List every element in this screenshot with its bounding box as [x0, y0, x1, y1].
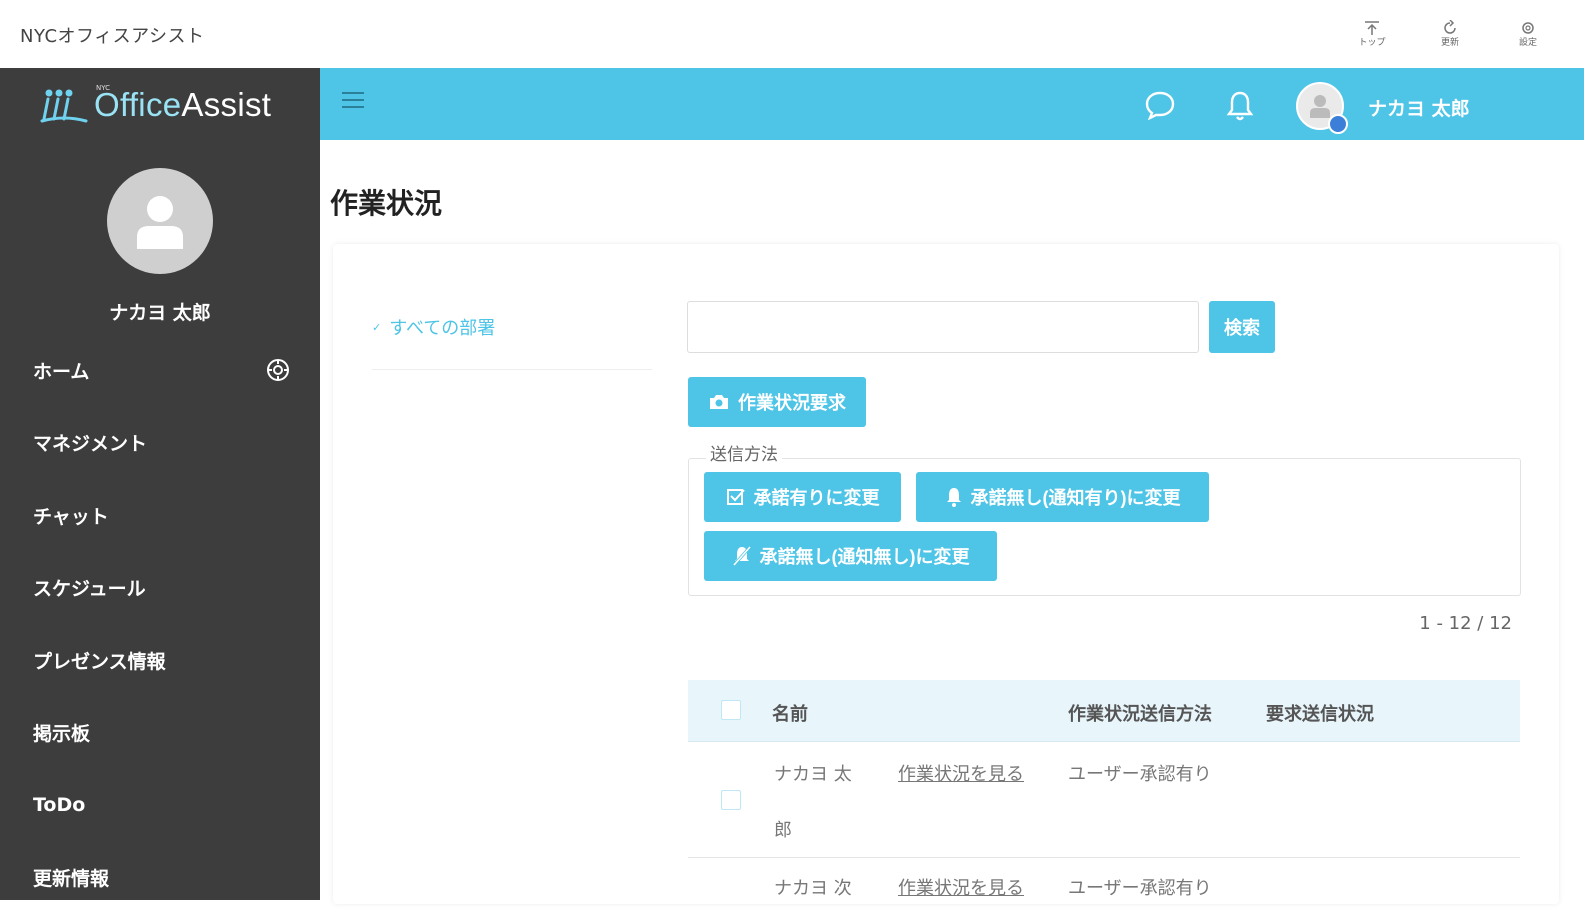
top-button-label: トップ	[1358, 38, 1385, 49]
row-name-continued: 郎	[774, 816, 792, 842]
refresh-button[interactable]: 更新	[1430, 14, 1470, 54]
refresh-button-label: 更新	[1441, 38, 1459, 49]
row-send-method: ユーザー承認有り	[1068, 760, 1212, 786]
sidebar-item-label: マネジメント	[33, 429, 147, 456]
sidebar-item-management[interactable]: マネジメント	[0, 407, 320, 480]
department-label: すべての部署	[389, 314, 495, 340]
pagination-count: 1 - 12 / 12	[1419, 613, 1512, 634]
column-header-status[interactable]: 要求送信状況	[1266, 700, 1374, 726]
send-method-legend: 送信方法	[706, 440, 782, 465]
table-row: ナカヨ 太 郎 作業状況を見る ユーザー承認有り	[688, 742, 1520, 857]
logo-mark-icon	[40, 85, 88, 125]
logo-small-text: NYC	[96, 84, 110, 92]
header-user-name[interactable]: ナカヨ 太郎	[1368, 94, 1470, 121]
bell-icon	[945, 487, 963, 507]
sidebar-item-schedule[interactable]: スケジュール	[0, 552, 320, 625]
sidebar-item-label: 更新情報	[33, 864, 109, 891]
row-name: ナカヨ 次	[774, 874, 852, 900]
logo-text-assist: Assist	[181, 86, 271, 123]
top-header: ナカヨ 太郎	[320, 68, 1584, 140]
checkbox-checked-icon	[726, 487, 746, 507]
sidebar-item-updates[interactable]: 更新情報	[0, 842, 320, 914]
settings-button[interactable]: 設定	[1508, 14, 1548, 54]
sidebar-item-presence[interactable]: プレゼンス情報	[0, 624, 320, 697]
officeassist-logo[interactable]: NYC OfficeAssist	[40, 80, 271, 130]
search-input[interactable]	[687, 301, 1199, 353]
request-status-label: 作業状況要求	[738, 389, 846, 415]
sidebar-nav: ホーム マネジメント チャット スケジュール プレゼンス情報 掲示板 ToDo …	[0, 334, 320, 914]
sidebar-avatar[interactable]	[107, 168, 213, 274]
sidebar-item-home[interactable]: ホーム	[0, 334, 320, 407]
scroll-top-icon	[1363, 20, 1381, 36]
column-header-name[interactable]: 名前	[772, 700, 808, 726]
page-title: 作業状況	[330, 182, 442, 222]
settings-button-label: 設定	[1519, 38, 1537, 49]
sidebar-item-label: ホーム	[33, 357, 89, 384]
user-avatar-icon	[135, 193, 185, 249]
sidebar-item-todo[interactable]: ToDo	[0, 769, 320, 842]
select-all-checkbox[interactable]	[721, 700, 741, 720]
sidebar-item-label: 掲示板	[33, 719, 90, 746]
row-checkbox[interactable]	[721, 790, 741, 810]
gear-icon[interactable]	[266, 358, 290, 382]
top-button[interactable]: トップ	[1352, 14, 1392, 54]
set-no-approval-notify-label: 承諾無し(通知有り)に変更	[971, 484, 1181, 510]
request-status-button[interactable]: 作業状況要求	[688, 377, 866, 427]
sidebar-item-bulletin-board[interactable]: 掲示板	[0, 697, 320, 770]
presence-status-badge	[1328, 114, 1348, 134]
app-title: NYCオフィスアシスト	[20, 22, 204, 48]
set-no-approval-notify-button[interactable]: 承諾無し(通知有り)に変更	[916, 472, 1209, 522]
sidebar-user-name: ナカヨ 太郎	[0, 298, 320, 325]
sidebar-item-label: スケジュール	[33, 574, 146, 601]
table-row: ナカヨ 次 作業状況を見る ユーザー承認有り	[688, 858, 1520, 900]
set-no-approval-silent-button[interactable]: 承諾無し(通知無し)に変更	[704, 531, 997, 581]
sidebar: NYC OfficeAssist ナカヨ 太郎 ホーム マネジメント チャット …	[0, 68, 320, 900]
view-status-link[interactable]: 作業状況を見る	[898, 760, 1024, 786]
sidebar-item-label: チャット	[33, 502, 109, 529]
set-approval-required-button[interactable]: 承諾有りに変更	[704, 472, 901, 522]
sidebar-item-chat[interactable]: チャット	[0, 479, 320, 552]
camera-icon	[708, 393, 730, 411]
table-header: 名前 作業状況送信方法 要求送信状況	[688, 680, 1520, 742]
chat-bubble-icon[interactable]	[1144, 90, 1176, 120]
row-send-method: ユーザー承認有り	[1068, 874, 1212, 900]
bell-slash-icon	[732, 546, 752, 566]
divider	[372, 369, 652, 370]
department-filter-all[interactable]: ✓ すべての部署	[372, 314, 495, 340]
row-name: ナカヨ 太	[774, 760, 852, 786]
sidebar-item-label: ToDo	[33, 794, 85, 816]
hamburger-menu-icon[interactable]	[342, 92, 364, 112]
bell-icon[interactable]	[1226, 90, 1254, 122]
search-button[interactable]: 検索	[1209, 301, 1275, 353]
set-approval-required-label: 承諾有りに変更	[754, 484, 880, 510]
view-status-link[interactable]: 作業状況を見る	[898, 874, 1024, 900]
gear-icon	[1520, 20, 1536, 36]
column-header-method[interactable]: 作業状況送信方法	[1068, 700, 1212, 726]
refresh-icon	[1442, 20, 1458, 36]
sidebar-item-label: プレゼンス情報	[33, 647, 166, 674]
chevron-down-icon: ✓	[372, 321, 381, 334]
system-title-bar: NYCオフィスアシスト トップ 更新 設定	[0, 0, 1584, 68]
set-no-approval-silent-label: 承諾無し(通知無し)に変更	[760, 543, 970, 569]
logo-text: OfficeAssist	[94, 86, 271, 124]
user-avatar-icon	[1309, 94, 1331, 118]
header-user-avatar[interactable]	[1296, 82, 1344, 130]
